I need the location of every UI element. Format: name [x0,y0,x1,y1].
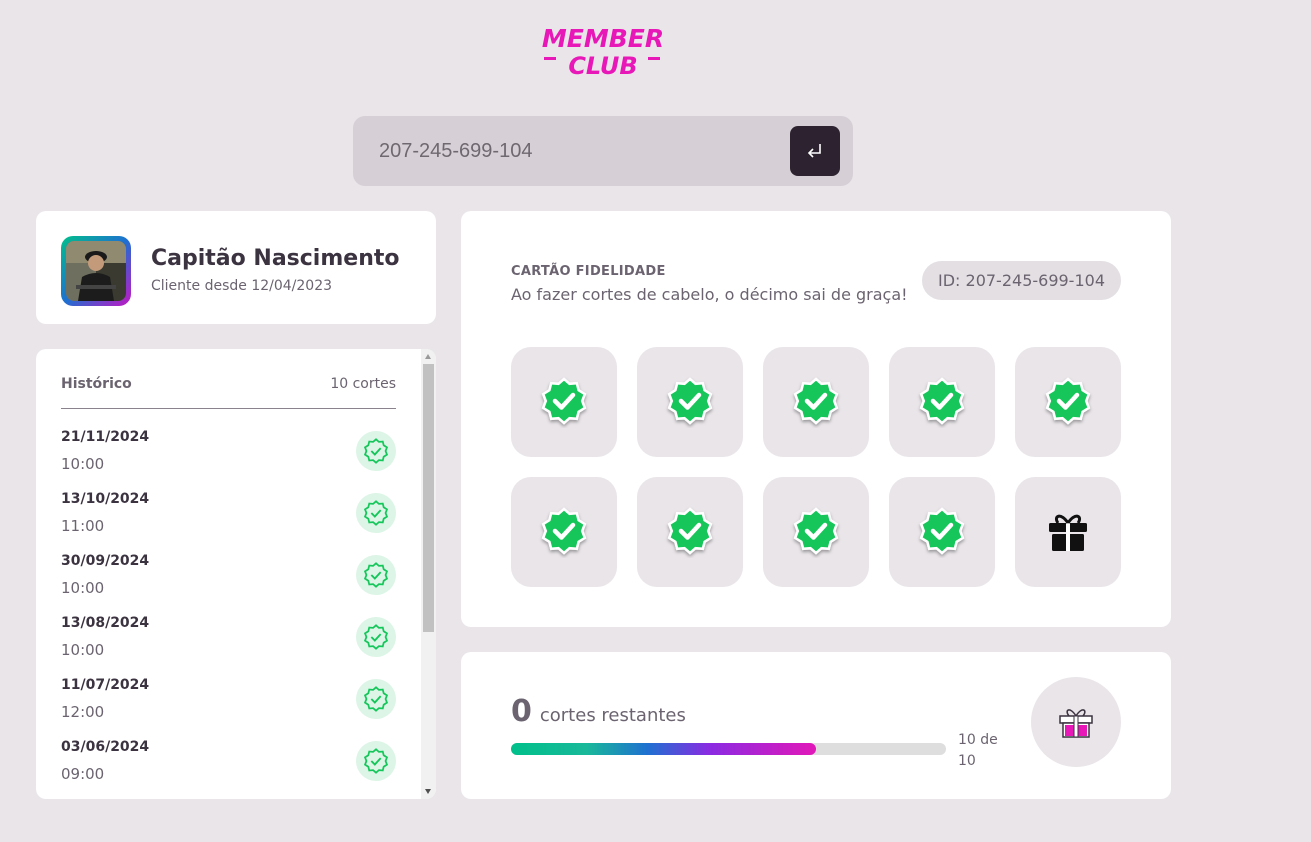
check-badge-icon [356,741,396,781]
history-item: 13/08/2024 10:00 [61,615,396,677]
remaining-count: 0 [511,694,532,729]
remaining-card: 0 cortes restantes 10 de 10 [461,652,1171,799]
check-badge-icon [919,507,965,555]
check-badge-icon [541,377,587,425]
remaining-summary: 0 cortes restantes [511,694,686,729]
loyalty-slot-stamped [889,347,995,457]
progress-of-label: 10 de 10 [958,732,998,769]
scroll-thumb[interactable] [423,364,434,632]
loyalty-slot-gift [1015,477,1121,587]
member-club-logo: MEMBER CLUB [530,20,676,80]
remaining-label: cortes restantes [539,705,686,726]
loyalty-slot-stamped [889,477,995,587]
check-badge-icon [356,679,396,719]
gift-icon [1049,514,1087,551]
history-date: 30/09/2024 [61,553,150,569]
check-badge-icon [793,507,839,555]
check-badge-icon [667,507,713,555]
history-scrollbar[interactable] [421,349,436,799]
profile-card: Capitão Nascimento Cliente desde 12/04/2… [36,211,436,324]
history-date: 21/11/2024 [61,429,150,445]
history-date: 13/08/2024 [61,615,150,631]
loyalty-slot-stamped [1015,347,1121,457]
history-count: 10 cortes [330,376,396,392]
avatar [61,236,131,306]
history-item: 11/07/2024 12:00 [61,677,396,739]
check-badge-icon [541,507,587,555]
history-card: Histórico 10 cortes 21/11/2024 10:00 13/… [36,349,436,799]
check-badge-icon [793,377,839,425]
check-badge-icon [356,493,396,533]
progress-bar [511,743,946,755]
reward-gift-icon [1031,677,1121,767]
history-item: 21/11/2024 10:00 [61,429,396,491]
search-input[interactable] [379,136,779,166]
loyalty-label: CARTÃO FIDELIDADE [511,264,666,279]
history-item: 03/06/2024 09:00 [61,739,396,799]
history-title: Histórico [61,376,132,392]
search-bar [353,116,853,186]
logo-line2: CLUB [568,52,637,80]
loyalty-card: CARTÃO FIDELIDADE Ao fazer cortes de cab… [461,211,1171,627]
enter-icon [807,144,821,158]
loyalty-slot-stamped [763,477,869,587]
check-badge-icon [667,377,713,425]
check-badge-icon [919,377,965,425]
scroll-down-arrow-icon[interactable] [425,789,431,794]
scroll-up-arrow-icon[interactable] [425,354,431,359]
history-date: 11/07/2024 [61,677,150,693]
check-badge-icon [1045,377,1091,425]
history-item: 13/10/2024 11:00 [61,491,396,553]
loyalty-slot-stamped [511,477,617,587]
loyalty-slot-stamped [637,477,743,587]
history-header: Histórico 10 cortes [61,376,396,409]
check-badge-icon [356,617,396,657]
history-time: 10:00 [61,579,105,597]
profile-since: Cliente desde 12/04/2023 [151,278,333,294]
submit-button[interactable] [790,126,840,176]
loyalty-slots [511,347,1121,587]
progress-fill [511,743,816,755]
check-badge-icon [356,431,396,471]
loyalty-slot-stamped [763,347,869,457]
loyalty-description: Ao fazer cortes de cabelo, o décimo sai … [511,285,908,304]
history-time: 09:00 [61,765,105,783]
loyalty-id-badge: ID: 207-245-699-104 [922,261,1121,300]
profile-name: Capitão Nascimento [151,246,400,271]
history-date: 03/06/2024 [61,739,150,755]
history-time: 11:00 [61,517,105,535]
history-date: 13/10/2024 [61,491,150,507]
history-time: 12:00 [61,703,105,721]
history-item: 30/09/2024 10:00 [61,553,396,615]
loyalty-slot-stamped [511,347,617,457]
history-list: 21/11/2024 10:00 13/10/2024 11:00 30/09/… [61,429,396,799]
logo-line1: MEMBER [542,24,664,53]
check-badge-icon [356,555,396,595]
loyalty-slot-stamped [637,347,743,457]
history-time: 10:00 [61,641,105,659]
history-time: 10:00 [61,455,105,473]
